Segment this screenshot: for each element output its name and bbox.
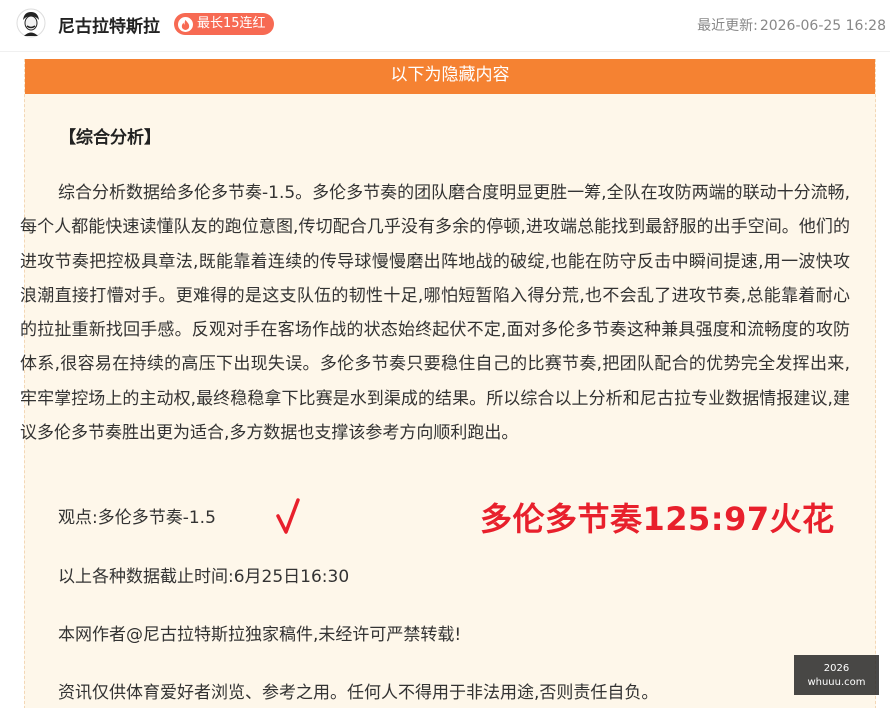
site-watermark: 2026 whuuu.com — [794, 655, 879, 695]
analysis-paragraph: 综合分析数据给多伦多节奏-1.5。多伦多节奏的团队磨合度明显更胜一筹,全队在攻防… — [20, 183, 850, 444]
last-updated-label: 最近更新: — [697, 18, 758, 34]
section-title: 【综合分析】 — [59, 128, 161, 148]
data-cutoff-text: 以上各种数据截止时间:6月25日16:30 — [58, 567, 350, 587]
last-updated-time: 2026-06-25 16:28 — [759, 18, 886, 34]
top-bar: 尼古拉特斯拉 最长15连红 最近更新: 2026-06-25 16:28 — [0, 0, 890, 52]
viewpoint-text: 观点:多伦多节奏-1.5 — [58, 508, 216, 528]
hidden-content-header: 以下为隐藏内容 — [25, 59, 875, 94]
author-avatar[interactable] — [16, 8, 46, 38]
watermark-line2: whuuu.com — [807, 677, 866, 688]
disclaimer-text: 资讯仅供体育爱好者浏览、参考之用。任何人不得用于非法用途,否则责任自负。 — [58, 683, 659, 703]
last-updated: 最近更新: 2026-06-25 16:28 — [695, 15, 886, 35]
checkmark-icon — [276, 498, 300, 534]
flame-icon — [178, 16, 193, 32]
match-result: 多伦多节奏125:97火花 — [480, 500, 835, 538]
copyright-text: 本网作者@尼古拉特斯拉独家稿件,未经许可严禁转载! — [58, 625, 462, 645]
streak-badge: 最长15连红 — [174, 13, 274, 35]
author-name[interactable]: 尼古拉特斯拉 — [58, 12, 160, 37]
watermark-line1: 2026 — [823, 663, 850, 674]
streak-badge-label: 最长15连红 — [197, 16, 266, 31]
